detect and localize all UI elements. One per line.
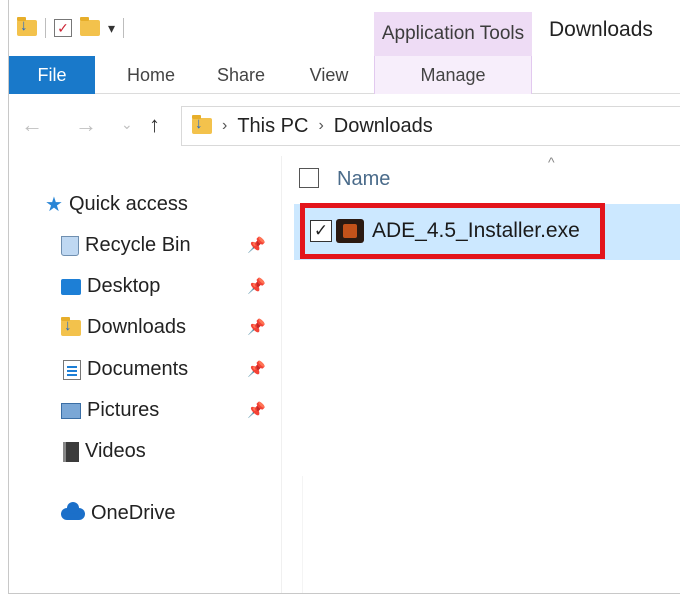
downloads-folder-icon <box>61 316 81 336</box>
customize-toolbar-dropdown-icon[interactable]: ▾ <box>108 20 115 37</box>
breadcrumb-downloads[interactable]: Downloads <box>334 115 433 138</box>
breadcrumb-this-pc[interactable]: This PC <box>237 115 308 138</box>
tab-home[interactable]: Home <box>113 56 189 94</box>
pictures-icon <box>61 402 81 419</box>
sidebar-item-recycle-bin[interactable]: Recycle Bin <box>61 234 191 257</box>
tab-view[interactable]: View <box>293 56 365 94</box>
pin-icon[interactable]: 📌 <box>247 401 266 419</box>
sidebar-item-label: Desktop <box>87 275 161 297</box>
title-bar: ✓ ▾ Application Tools Downloads <box>9 0 680 56</box>
sort-ascending-icon: ^ <box>548 154 555 170</box>
breadcrumb-chevron-icon[interactable]: › <box>318 117 323 135</box>
sidebar-item-onedrive[interactable]: OneDrive <box>61 501 176 525</box>
star-icon: ★ <box>45 194 63 216</box>
sidebar-item-label: Recycle Bin <box>85 234 191 256</box>
sidebar-item-downloads[interactable]: Downloads <box>61 316 186 339</box>
sidebar-item-label: Pictures <box>87 399 160 421</box>
navigation-pane: ★ Quick access Recycle Bin 📌 Desktop 📌 D… <box>9 156 281 593</box>
ribbon-tabs: File Home Share View Manage <box>9 56 680 94</box>
documents-icon <box>63 359 81 380</box>
sidebar-item-label: Videos <box>85 440 146 462</box>
navigation-bar: ← → ⌄ ↑ › This PC › Downloads <box>9 94 680 156</box>
forward-arrow-icon[interactable]: → <box>75 112 97 138</box>
up-arrow-icon[interactable]: ↑ <box>149 112 160 138</box>
recent-locations-chevron-icon[interactable]: ⌄ <box>121 116 133 133</box>
nav-quick-access-label: Quick access <box>68 193 188 215</box>
sidebar-item-documents[interactable]: Documents <box>63 358 188 381</box>
quick-access-toolbar: ✓ ▾ <box>17 17 125 38</box>
sidebar-item-pictures[interactable]: Pictures <box>61 399 159 422</box>
sidebar-item-label: OneDrive <box>91 502 176 524</box>
pin-icon[interactable]: 📌 <box>247 277 266 295</box>
context-tab-label: Application Tools <box>381 23 525 44</box>
sidebar-item-label: Documents <box>87 358 189 380</box>
highlight-box <box>300 203 605 259</box>
videos-icon <box>63 441 79 462</box>
back-arrow-icon[interactable]: ← <box>21 112 43 138</box>
new-folder-icon[interactable] <box>80 17 100 36</box>
tab-manage[interactable]: Manage <box>374 56 532 94</box>
address-bar[interactable]: › This PC › Downloads <box>181 106 680 146</box>
toolbar-separator <box>45 18 46 38</box>
desktop-folder-icon <box>61 278 81 295</box>
nav-quick-access[interactable]: ★ Quick access <box>45 192 188 217</box>
tab-file[interactable]: File <box>9 56 95 94</box>
recycle-bin-icon <box>61 235 79 256</box>
onedrive-cloud-icon <box>61 501 85 520</box>
breadcrumb-chevron-icon[interactable]: › <box>222 117 227 135</box>
pin-icon[interactable]: 📌 <box>247 318 266 336</box>
column-divider <box>302 476 303 593</box>
application-tools-context-tab: Application Tools <box>374 12 532 56</box>
select-all-checkbox[interactable] <box>299 168 319 188</box>
sidebar-item-videos[interactable]: Videos <box>63 440 146 463</box>
file-list: ^ Name ✓ ADE_4.5_Installer.exe <box>282 154 680 593</box>
tab-share[interactable]: Share <box>203 56 279 94</box>
folder-icon[interactable] <box>17 17 37 36</box>
window-title: Downloads <box>549 18 653 41</box>
properties-check-icon[interactable]: ✓ <box>54 19 72 37</box>
downloads-folder-icon <box>192 115 212 134</box>
pin-icon[interactable]: 📌 <box>247 360 266 378</box>
sidebar-item-label: Downloads <box>87 316 186 338</box>
pin-icon[interactable]: 📌 <box>247 236 266 254</box>
column-header-name[interactable]: Name <box>337 168 390 191</box>
file-explorer-window: ✓ ▾ Application Tools Downloads File Hom… <box>8 0 680 594</box>
toolbar-separator <box>123 18 125 38</box>
sidebar-item-desktop[interactable]: Desktop <box>61 275 160 298</box>
